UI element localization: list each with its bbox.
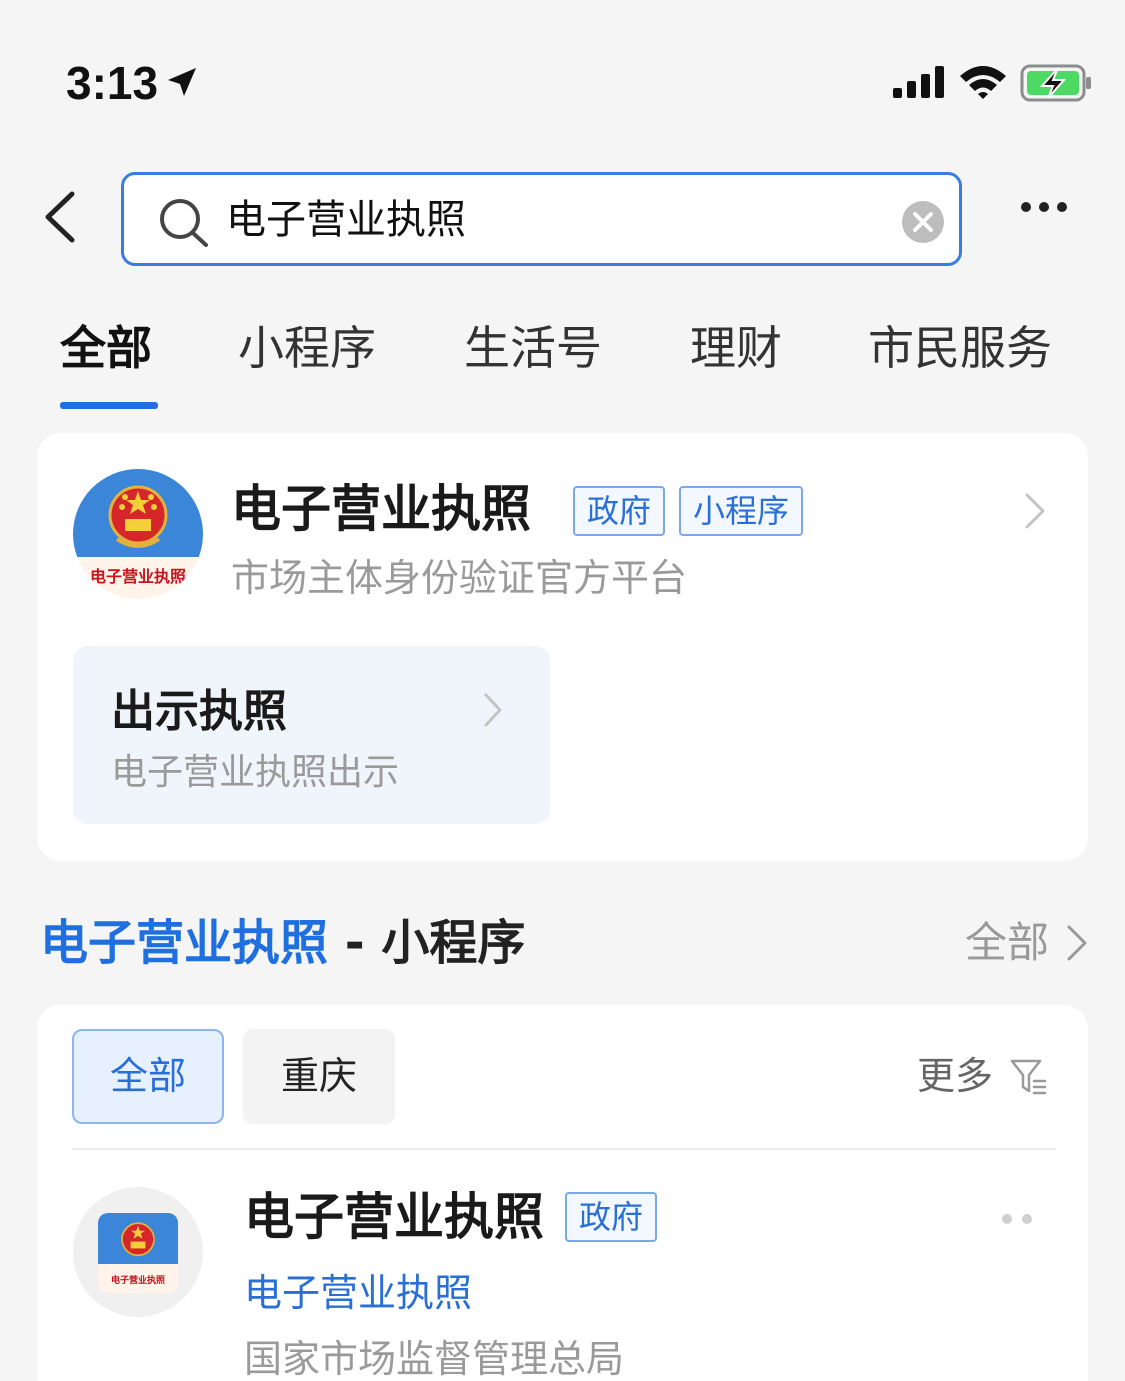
result-title: 电子营业执照 <box>231 480 531 538</box>
badge-government: 政府 <box>573 486 665 536</box>
view-all-label: 全部 <box>965 918 1050 967</box>
tab-mini-programs[interactable]: 小程序 <box>238 318 376 378</box>
section-keyword: 电子营业执照 <box>40 915 329 971</box>
chevron-right-icon <box>484 693 502 727</box>
app-logo: 电子营业执照 <box>73 469 203 599</box>
battery-charging-icon <box>1020 64 1091 102</box>
logo-caption: 电子营业执照 <box>89 567 186 586</box>
search-input[interactable]: 电子营业执照 <box>121 172 962 266</box>
show-license-button[interactable]: 出示执照 电子营业执照出示 <box>73 646 550 824</box>
list-item-title[interactable]: 电子营业执照 <box>244 1185 544 1249</box>
tab-finance[interactable]: 理财 <box>690 318 782 378</box>
tab-all[interactable]: 全部 <box>60 318 152 378</box>
national-emblem-icon <box>121 1222 155 1257</box>
filter-icon[interactable] <box>1009 1057 1049 1097</box>
tab-citizen-services[interactable]: 市民服务 <box>868 318 1052 378</box>
action-subtitle: 电子营业执照出示 <box>111 752 400 793</box>
status-time: 3:13 <box>66 57 159 109</box>
back-chevron-icon[interactable] <box>40 190 80 244</box>
action-title: 出示执照 <box>111 686 287 737</box>
result-subtitle: 市场主体身份验证官方平台 <box>231 556 688 600</box>
clear-search-icon[interactable] <box>902 201 944 243</box>
wifi-icon <box>960 66 1006 99</box>
badge-government: 政府 <box>565 1192 657 1242</box>
list-item-highlight: 电子营业执照 <box>244 1271 473 1315</box>
search-query-text: 电子营业执照 <box>226 197 466 243</box>
chevron-right-icon <box>1025 493 1045 529</box>
chevron-right-icon <box>1067 925 1087 961</box>
category-tabs: 全部 小程序 生活号 理财 市民服务 <box>0 310 1125 410</box>
more-options-icon[interactable] <box>1001 1213 1033 1225</box>
more-options-icon[interactable] <box>1020 200 1068 214</box>
list-item-organization: 国家市场监督管理总局 <box>244 1337 625 1381</box>
divider <box>72 1148 1056 1150</box>
filter-chip-chongqing[interactable]: 重庆 <box>243 1029 395 1124</box>
tab-life-accounts[interactable]: 生活号 <box>464 318 602 378</box>
section-suffix: - 小程序 <box>328 915 526 971</box>
more-filters-button[interactable]: 更多 <box>917 1051 993 1101</box>
top-result-card[interactable]: 电子营业执照 电子营业执照 政府 小程序 市场主体身份验证官方平台 出示执照 电… <box>37 433 1088 861</box>
signal-icon <box>893 66 944 98</box>
badge-mini-program: 小程序 <box>679 486 803 536</box>
mini-program-list-card: 全部 重庆 更多 电子营业执照 电子营业执照 政府 电子营业执照 国家市场监督管… <box>37 1005 1088 1381</box>
search-icon <box>160 199 208 247</box>
section-title: 电子营业执照 - 小程序 <box>40 910 525 976</box>
list-item-logo: 电子营业执照 <box>73 1187 203 1317</box>
national-emblem-icon <box>108 485 168 548</box>
status-bar: 3:13 <box>0 0 1125 150</box>
location-arrow-icon <box>168 68 196 96</box>
logo-caption: 电子营业执照 <box>110 1276 165 1286</box>
section-view-all-link[interactable]: 全部 <box>965 915 1087 971</box>
active-tab-indicator <box>60 402 158 409</box>
filter-chip-all[interactable]: 全部 <box>72 1029 224 1124</box>
